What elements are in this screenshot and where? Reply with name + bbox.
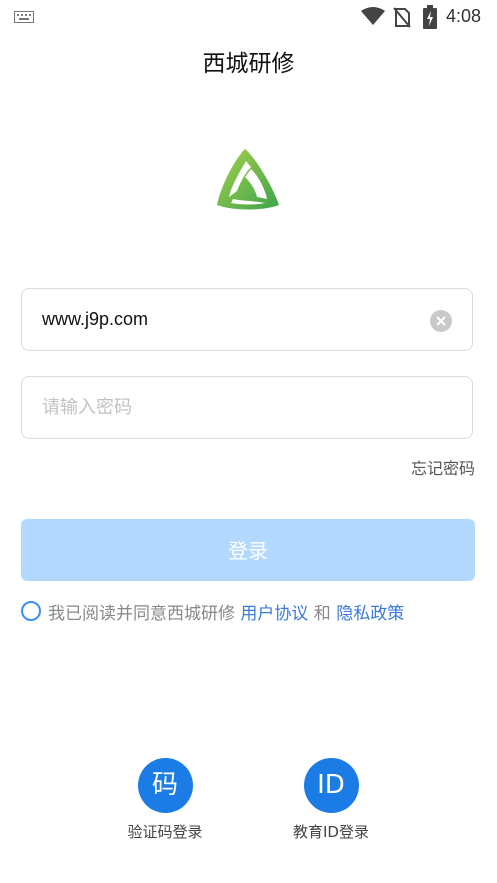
username-field[interactable] — [21, 288, 473, 351]
sms-code-icon[interactable]: 码 — [137, 758, 193, 813]
edu-id-login-label: 教育ID登录 — [293, 823, 369, 841]
no-sim-icon — [393, 7, 411, 28]
agreement-prefix: 我已阅读并同意西城研修 — [48, 604, 241, 624]
username-input[interactable] — [42, 289, 432, 350]
battery-charging-icon — [423, 5, 437, 29]
agreement-radio[interactable] — [21, 601, 41, 621]
user-agreement-link[interactable]: 用户协议 — [240, 604, 308, 624]
clock: 4:08 — [446, 6, 482, 26]
password-input[interactable] — [42, 377, 432, 438]
keyboard-icon — [14, 11, 34, 23]
agreement-text: 我已阅读并同意西城研修 用户协议 和 隐私政策 — [48, 599, 404, 624]
page-title: 西城研修 — [202, 51, 295, 77]
password-field[interactable] — [21, 376, 473, 439]
edu-id-icon[interactable]: ID — [303, 758, 359, 813]
sms-code-login-label: 验证码登录 — [127, 823, 203, 841]
edu-id-login[interactable]: ID 教育ID登录 — [271, 758, 391, 842]
forgot-password-link[interactable]: 忘记密码 — [411, 455, 475, 479]
login-button[interactable]: 登录 — [21, 519, 475, 581]
leaf-triangle-logo — [217, 149, 279, 210]
wifi-icon — [361, 7, 385, 25]
clear-icon[interactable] — [430, 310, 452, 332]
status-bar: 4:08 — [0, 0, 497, 34]
sms-code-login[interactable]: 码 验证码登录 — [105, 758, 225, 842]
privacy-policy-link[interactable]: 隐私政策 — [336, 604, 404, 624]
agreement-and: 和 — [308, 604, 337, 624]
